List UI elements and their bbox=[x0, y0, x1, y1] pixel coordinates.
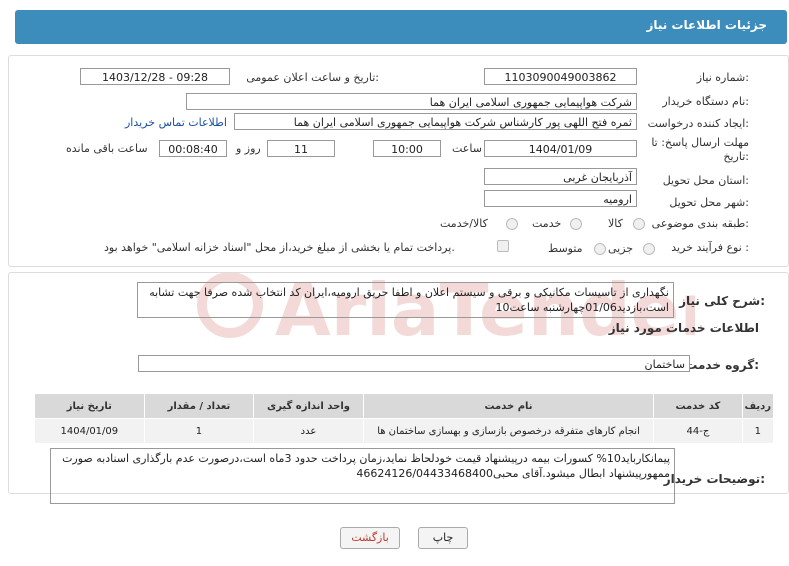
col-row: ردیف bbox=[741, 393, 775, 419]
cell-service-code: ج-44 bbox=[653, 418, 743, 444]
announce-date-field: 1403/12/28 - 09:28 bbox=[80, 68, 230, 85]
remaining-time-field: 00:08:40 bbox=[159, 140, 227, 157]
process-option-minor: جزیی bbox=[608, 242, 634, 255]
buyer-notes-label: توضیحات خریدار: bbox=[663, 472, 765, 486]
category-option-both: کالا/خدمت bbox=[440, 217, 488, 230]
service-group-field: ساختمان bbox=[138, 355, 690, 372]
col-unit: واحد اندازه گیری bbox=[253, 393, 364, 419]
province-label: استان محل تحویل: bbox=[662, 174, 749, 187]
category-label: طبقه بندی موضوعی: bbox=[651, 217, 749, 230]
summary-textarea: نگهداری از تاسیسات مکانیکی و برقی و سیست… bbox=[137, 282, 674, 318]
buyer-org-label: نام دستگاه خریدار: bbox=[662, 95, 749, 108]
process-type-label: نوع فرآیند خرید : bbox=[671, 241, 749, 254]
announce-date-label: تاریخ و ساعت اعلان عمومی: bbox=[246, 71, 379, 84]
cell-unit: عدد bbox=[253, 418, 364, 444]
process-minor-radio[interactable] bbox=[643, 243, 655, 255]
table-header-row: ردیف کد خدمت نام خدمت واحد اندازه گیری ت… bbox=[34, 393, 775, 419]
days-label: روز و bbox=[236, 142, 261, 155]
category-service-radio[interactable] bbox=[570, 218, 582, 230]
category-option-service: خدمت bbox=[532, 217, 562, 230]
province-field: آذربایجان غربی bbox=[484, 168, 637, 185]
cell-need-date: 1404/01/09 bbox=[34, 418, 145, 444]
table-row: 1 ج-44 انجام کارهای متفرقه درخصوص بازساز… bbox=[34, 418, 775, 444]
deadline-date-field: 1404/01/09 bbox=[484, 140, 637, 157]
cell-row: 1 bbox=[741, 418, 775, 444]
cell-quantity: 1 bbox=[143, 418, 255, 444]
buyer-org-field: شرکت هواپیمایی جمهوری اسلامی ایران هما bbox=[186, 93, 637, 110]
deadline-date-label: تاریخ: bbox=[723, 150, 749, 163]
remaining-days-field: 11 bbox=[267, 140, 335, 157]
print-button[interactable]: چاپ bbox=[418, 527, 468, 549]
buyer-notes-text: پیمانکارباید10% کسورات بیمه درپیشنهاد قی… bbox=[62, 452, 670, 480]
buyer-notes-textarea: پیمانکارباید10% کسورات بیمه درپیشنهاد قی… bbox=[50, 448, 675, 504]
city-field: ارومیه bbox=[484, 190, 637, 207]
col-service-code: کد خدمت bbox=[653, 393, 743, 419]
category-both-radio[interactable] bbox=[506, 218, 518, 230]
need-info-panel bbox=[8, 55, 789, 267]
requester-label: ایجاد کننده درخواست: bbox=[647, 117, 749, 130]
back-button[interactable]: بازگشت bbox=[340, 527, 400, 549]
services-table: ردیف کد خدمت نام خدمت واحد اندازه گیری ت… bbox=[34, 393, 775, 444]
services-section-title: اطلاعات خدمات مورد نیاز bbox=[608, 321, 759, 335]
requester-field: ثمره فتح اللهی پور کارشناس شرکت هواپیمای… bbox=[234, 113, 637, 130]
need-number-label: شماره نیاز: bbox=[696, 71, 749, 84]
col-quantity: تعداد / مقدار bbox=[143, 393, 255, 419]
category-option-goods: کالا bbox=[608, 217, 623, 230]
page-header: جزئیات اطلاعات نیاز bbox=[15, 10, 787, 44]
process-option-medium: متوسط bbox=[548, 242, 583, 255]
summary-text: نگهداری از تاسیسات مکانیکی و برقی و سیست… bbox=[149, 286, 669, 314]
treasury-payment-checkbox[interactable] bbox=[497, 240, 509, 252]
col-need-date: تاریخ نیاز bbox=[34, 393, 145, 419]
service-group-label: گروه خدمت: bbox=[685, 358, 759, 372]
need-number-field: 1103090049003862 bbox=[484, 68, 637, 85]
page-title: جزئیات اطلاعات نیاز bbox=[646, 18, 767, 32]
remaining-label: ساعت باقی مانده bbox=[66, 142, 148, 155]
treasury-payment-note: پرداخت تمام یا بخشی از مبلغ خرید،از محل … bbox=[104, 241, 455, 254]
col-service-name: نام خدمت bbox=[362, 393, 655, 419]
deadline-time-label: ساعت bbox=[452, 142, 482, 155]
summary-label: شرح کلی نیاز: bbox=[679, 294, 765, 308]
deadline-time-field: 10:00 bbox=[373, 140, 441, 157]
process-medium-radio[interactable] bbox=[594, 243, 606, 255]
deadline-label: مهلت ارسال پاسخ: تا bbox=[651, 136, 749, 149]
category-goods-radio[interactable] bbox=[633, 218, 645, 230]
buyer-contact-link[interactable]: اطلاعات تماس خریدار bbox=[125, 116, 227, 129]
city-label: شهر محل تحویل: bbox=[669, 196, 749, 209]
cell-service-name: انجام کارهای متفرقه درخصوص بازسازی و بهس… bbox=[362, 418, 655, 444]
